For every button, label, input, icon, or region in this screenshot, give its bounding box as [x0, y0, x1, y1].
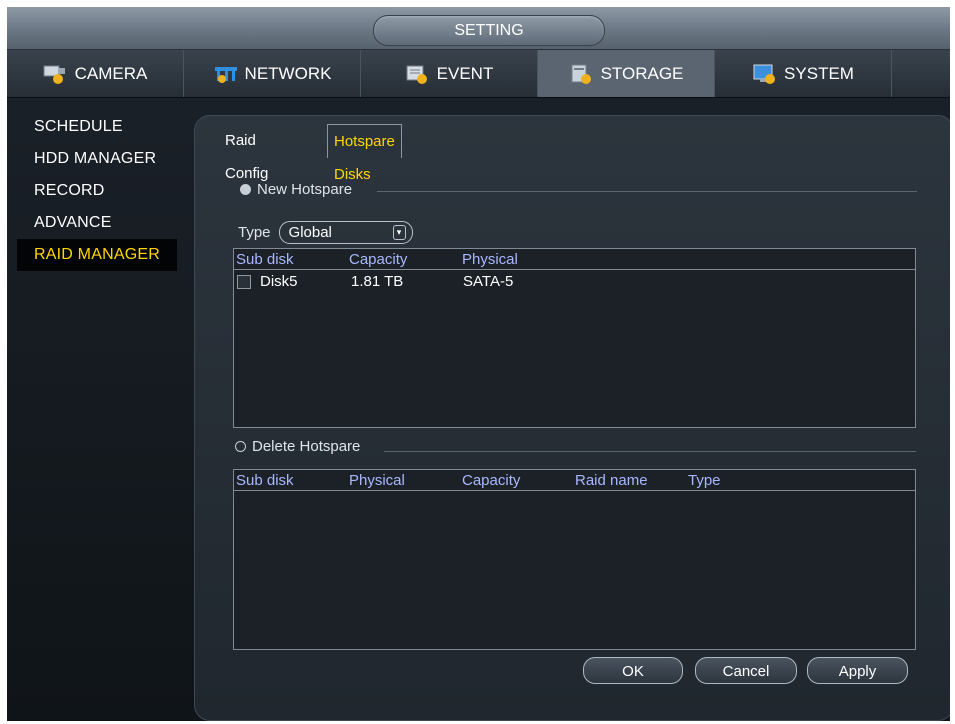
- column-header-raid-name: Raid name: [575, 472, 648, 489]
- main-tab-bar: CAMERA NETWORK EVENT STORAGE SYSTEM: [7, 50, 950, 98]
- tab-event-label: EVENT: [436, 63, 494, 83]
- type-select-value: Global: [288, 224, 332, 241]
- tab-event[interactable]: EVENT: [361, 50, 538, 97]
- sidebar-menu: SCHEDULE HDD MANAGER RECORD ADVANCE RAID…: [17, 111, 177, 271]
- system-icon: [752, 63, 778, 85]
- tab-raid-config[interactable]: Raid Config: [219, 124, 274, 182]
- column-header-sub-disk: Sub disk: [236, 472, 294, 489]
- disk-checkbox[interactable]: [237, 275, 251, 289]
- table-header: Sub disk Physical Capacity Raid name Typ…: [234, 470, 915, 491]
- new-hotspare-table: Sub disk Capacity Physical Disk5 1.81 TB…: [233, 248, 916, 428]
- network-icon: [213, 63, 239, 85]
- apply-button[interactable]: Apply: [807, 657, 908, 684]
- type-select[interactable]: Global ▾: [278, 221, 413, 244]
- delete-hotspare-radio[interactable]: [235, 441, 246, 452]
- type-label: Type: [238, 224, 271, 241]
- window-title: SETTING: [373, 15, 605, 46]
- sidebar-item-advance[interactable]: ADVANCE: [17, 207, 177, 239]
- chevron-down-icon[interactable]: ▾: [392, 225, 406, 240]
- new-hotspare-radio[interactable]: [240, 184, 251, 195]
- cell-capacity: 1.81 TB: [351, 273, 404, 290]
- cell-sub-disk: Disk5: [260, 273, 298, 290]
- title-bar: SETTING: [7, 7, 950, 50]
- column-header-type: Type: [688, 472, 721, 489]
- delete-hotspare-table: Sub disk Physical Capacity Raid name Typ…: [233, 469, 916, 650]
- delete-hotspare-option[interactable]: Delete Hotspare: [235, 438, 360, 455]
- new-hotspare-label: New Hotspare: [257, 181, 353, 198]
- tab-hotspare-disks[interactable]: Hotspare Disks: [327, 124, 402, 183]
- sidebar-item-hdd-manager[interactable]: HDD MANAGER: [17, 143, 177, 175]
- column-header-capacity: Capacity: [349, 251, 408, 268]
- table-header: Sub disk Capacity Physical: [234, 249, 915, 270]
- tab-storage-label: STORAGE: [600, 63, 684, 83]
- type-row: Type Global ▾: [238, 221, 413, 244]
- column-header-physical: Physical: [462, 251, 518, 268]
- storage-icon: [569, 63, 595, 85]
- tab-system-label: SYSTEM: [784, 63, 854, 83]
- tab-camera[interactable]: CAMERA: [7, 50, 184, 97]
- tab-system[interactable]: SYSTEM: [715, 50, 892, 97]
- sidebar-item-schedule[interactable]: SCHEDULE: [17, 111, 177, 143]
- delete-hotspare-label: Delete Hotspare: [252, 438, 361, 455]
- sidebar-item-record[interactable]: RECORD: [17, 175, 177, 207]
- tab-network-label: NETWORK: [244, 63, 332, 83]
- new-hotspare-option[interactable]: New Hotspare: [240, 181, 352, 198]
- tab-camera-label: CAMERA: [74, 63, 148, 83]
- divider: [377, 191, 917, 192]
- settings-window: SETTING CAMERA NETWORK EVENT STORAGE SYS…: [7, 7, 950, 721]
- column-header-capacity: Capacity: [462, 472, 521, 489]
- ok-button[interactable]: OK: [583, 657, 683, 684]
- cancel-button[interactable]: Cancel: [695, 657, 797, 684]
- sidebar-item-raid-manager[interactable]: RAID MANAGER: [17, 239, 177, 271]
- table-row[interactable]: Disk5 1.81 TB SATA-5: [234, 272, 915, 292]
- camera-icon: [43, 63, 69, 85]
- column-header-physical: Physical: [349, 472, 405, 489]
- column-header-sub-disk: Sub disk: [236, 251, 294, 268]
- divider: [384, 451, 916, 452]
- cell-physical: SATA-5: [463, 273, 514, 290]
- tab-network[interactable]: NETWORK: [184, 50, 361, 97]
- event-icon: [405, 63, 431, 85]
- tab-storage[interactable]: STORAGE: [538, 50, 715, 97]
